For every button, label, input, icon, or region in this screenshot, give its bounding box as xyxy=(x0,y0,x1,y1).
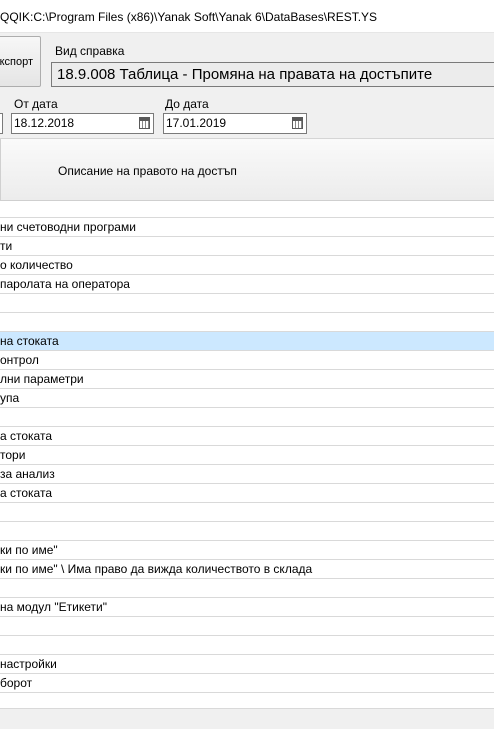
table-row[interactable]: ки по име" xyxy=(0,541,494,560)
table-row[interactable]: а стоката xyxy=(0,484,494,503)
table-row[interactable] xyxy=(0,636,494,655)
to-date-input[interactable]: 17.01.2019 xyxy=(163,113,307,134)
report-type-select[interactable]: 18.9.008 Таблица - Промяна на правата на… xyxy=(51,62,494,87)
table-row[interactable]: ни счетоводни програми xyxy=(0,218,494,237)
table-row[interactable] xyxy=(0,199,494,218)
calendar-icon[interactable] xyxy=(139,117,150,129)
row-description: на стоката xyxy=(0,334,59,348)
table-row[interactable] xyxy=(0,617,494,636)
export-button[interactable]: кспорт xyxy=(0,36,41,87)
table-row[interactable]: настройки xyxy=(0,655,494,674)
row-description: ни счетоводни програми xyxy=(0,220,136,234)
grid-body: ни счетоводни програми ти о количество паро… xyxy=(0,199,494,712)
calendar-icon[interactable] xyxy=(292,117,303,129)
table-row[interactable]: за анализ xyxy=(0,465,494,484)
row-description: ки по име" \ Има право да вижда количест… xyxy=(0,562,313,576)
row-description: ти xyxy=(0,239,13,253)
table-row[interactable] xyxy=(0,503,494,522)
from-date-value: 18.12.2018 xyxy=(14,116,75,130)
column-separator xyxy=(0,139,1,200)
table-row[interactable]: паролата на оператора xyxy=(0,275,494,294)
row-description: упа xyxy=(0,391,20,405)
table-row[interactable]: на модул "Етикети" xyxy=(0,598,494,617)
table-row[interactable] xyxy=(0,294,494,313)
table-row[interactable] xyxy=(0,522,494,541)
grid-header[interactable]: Описание на правото на достъп xyxy=(0,138,494,201)
row-description: на модул "Етикети" xyxy=(0,600,107,614)
row-description: лни параметри xyxy=(0,372,84,386)
table-row[interactable]: на стоката xyxy=(0,332,494,351)
row-description: онтрол xyxy=(0,353,39,367)
row-description: ки по име" xyxy=(0,543,58,557)
report-type-label: Вид справка xyxy=(55,44,125,58)
date-filter-row: От дата 18.12.2018 До дата 17.01.2019 xyxy=(0,91,494,138)
left-field-edge xyxy=(0,113,3,134)
row-description: за анализ xyxy=(0,467,55,481)
window-title: QQIK:C:\Program Files (x86)\Yanak Soft\Y… xyxy=(0,10,378,24)
table-row[interactable]: упа xyxy=(0,389,494,408)
table-row[interactable]: борот xyxy=(0,674,494,693)
to-date-label: До дата xyxy=(165,97,209,111)
table-row[interactable] xyxy=(0,579,494,598)
row-description: настройки xyxy=(0,657,57,671)
row-description: паролата на оператора xyxy=(0,277,130,291)
table-row[interactable]: о количество xyxy=(0,256,494,275)
table-row[interactable] xyxy=(0,313,494,332)
row-description: борот xyxy=(0,676,33,690)
from-date-input[interactable]: 18.12.2018 xyxy=(11,113,154,134)
to-date-value: 17.01.2019 xyxy=(166,116,227,130)
table-row[interactable]: тори xyxy=(0,446,494,465)
table-row[interactable] xyxy=(0,408,494,427)
from-date-label: От дата xyxy=(14,97,58,111)
table-row[interactable]: ти xyxy=(0,237,494,256)
table-row[interactable]: ки по име" \ Има право да вижда количест… xyxy=(0,560,494,579)
row-description: а стоката xyxy=(0,429,53,443)
title-bar: QQIK:C:\Program Files (x86)\Yanak Soft\Y… xyxy=(0,0,494,33)
column-header-description: Описание на правото на достъп xyxy=(58,164,237,178)
row-description: тори xyxy=(0,448,26,462)
status-strip xyxy=(0,708,494,729)
table-row[interactable]: онтрол xyxy=(0,351,494,370)
table-row[interactable]: а стоката xyxy=(0,427,494,446)
table-row[interactable]: лни параметри xyxy=(0,370,494,389)
row-description: а стоката xyxy=(0,486,53,500)
row-description: о количество xyxy=(0,258,73,272)
